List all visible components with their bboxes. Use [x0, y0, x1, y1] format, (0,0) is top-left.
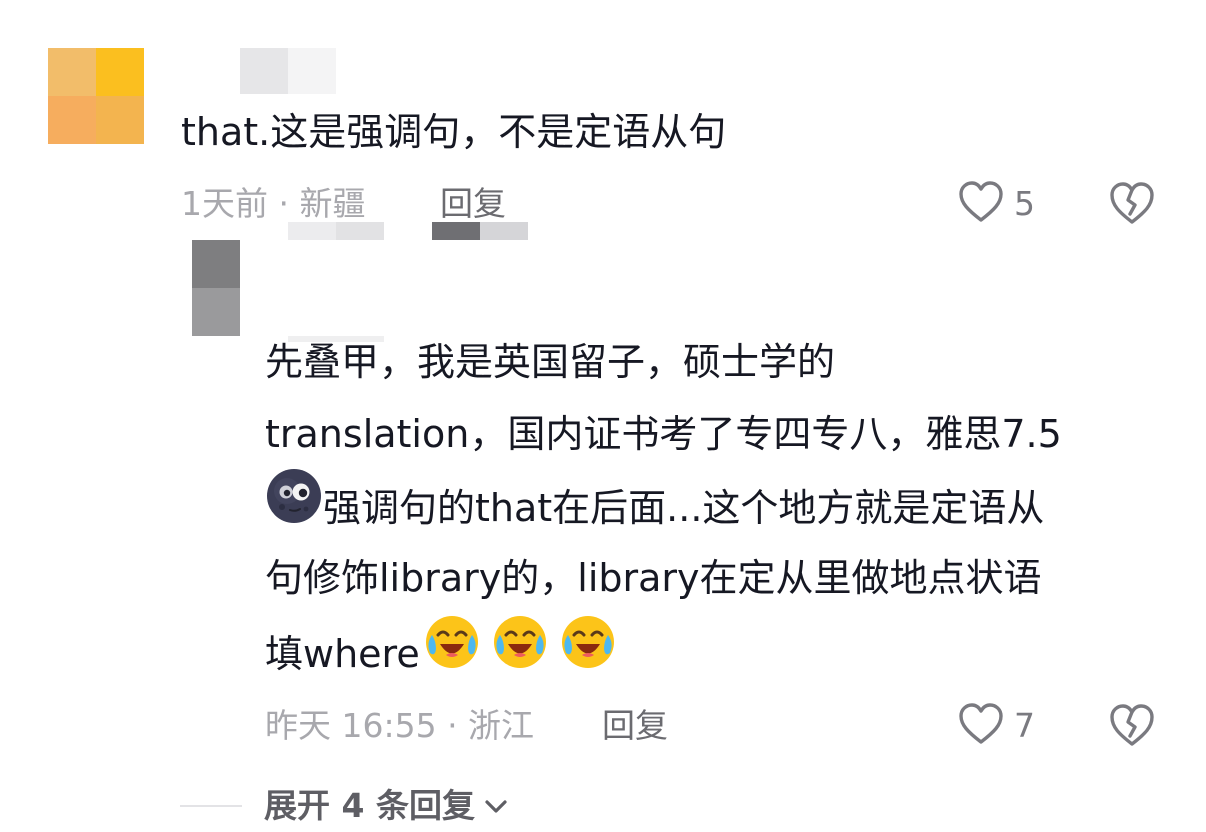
reply-text-line-1: 先叠甲，我是英国留子，硕士学的 [265, 340, 836, 384]
reply-reply-button[interactable]: 回复 [602, 704, 668, 748]
comment-text: that.这是强调句，不是定语从句 [181, 110, 727, 154]
reply-text-line-5: 填where [265, 616, 618, 697]
reply-text-line-2: translation，国内证书考了专四专八，雅思7.5 [265, 412, 1062, 456]
new-moon-face-emoji [265, 467, 323, 548]
reply-text-line-3-text: 强调句的that在后面...这个地方就是定语从 [323, 486, 1045, 530]
laughing-crying-face-emoji [490, 613, 550, 694]
expand-replies-button[interactable]: 展开 4 条回复 [180, 784, 509, 828]
reply-text-line-3: 强调句的that在后面...这个地方就是定语从 [265, 467, 1045, 551]
comment-reply-button[interactable]: 回复 [440, 182, 506, 226]
comment-like-button[interactable]: 5 [958, 180, 1035, 228]
heart-outline-icon [958, 702, 1004, 750]
expand-replies-label: 展开 4 条回复 [264, 786, 475, 825]
divider-line [180, 805, 242, 807]
commenter-avatar[interactable] [48, 48, 144, 144]
laughing-crying-face-emoji [558, 613, 618, 694]
comment-like-count: 5 [1014, 184, 1035, 223]
comment-dislike-button[interactable] [1108, 180, 1156, 230]
comment-thread: that.这是强调句，不是定语从句 1天前 · 新疆 回复 5 先叠甲，我是英国… [0, 0, 1206, 832]
reply-dislike-button[interactable] [1108, 702, 1156, 752]
blur-strip [432, 222, 528, 240]
blur-strip [288, 222, 384, 240]
broken-heart-icon [1108, 182, 1156, 230]
reply-time-location: 昨天 16:55 · 浙江 [265, 706, 535, 745]
chevron-down-icon [483, 796, 509, 816]
reply-text-line-5-text: 填where [265, 632, 420, 676]
reply-text-line-4: 句修饰library的，library在定从里做地点状语 [265, 556, 1042, 600]
reply-like-button[interactable]: 7 [958, 702, 1035, 750]
commenter-username[interactable] [240, 48, 336, 94]
heart-outline-icon [958, 180, 1004, 228]
laughing-crying-face-emoji [422, 613, 482, 694]
replier-avatar[interactable] [192, 240, 240, 336]
comment-time-location: 1天前 · 新疆 [181, 184, 366, 223]
reply-like-count: 7 [1014, 706, 1035, 745]
broken-heart-icon [1108, 704, 1156, 752]
